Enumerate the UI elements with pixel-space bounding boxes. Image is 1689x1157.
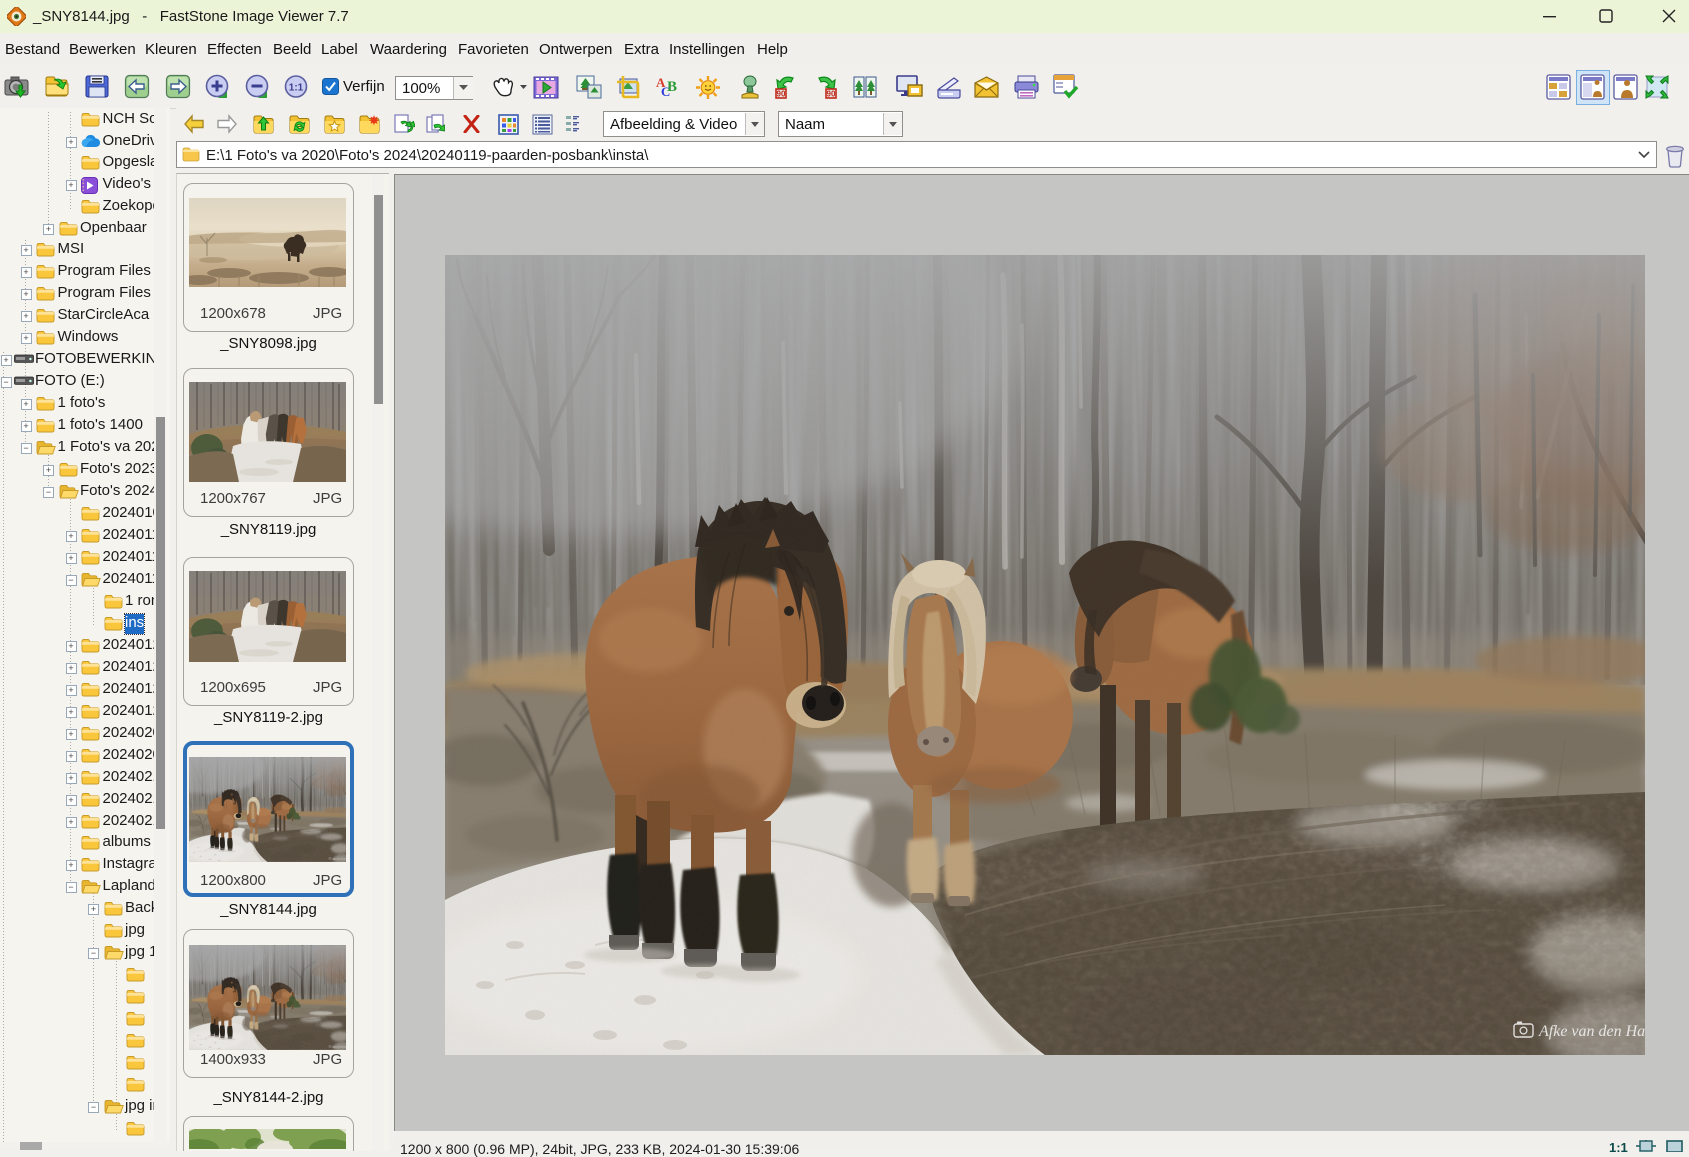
svg-text:90: 90 (777, 90, 786, 99)
svg-text:B: B (667, 79, 677, 95)
svg-text:90: 90 (827, 90, 836, 99)
svg-text:1:1: 1:1 (289, 83, 304, 94)
